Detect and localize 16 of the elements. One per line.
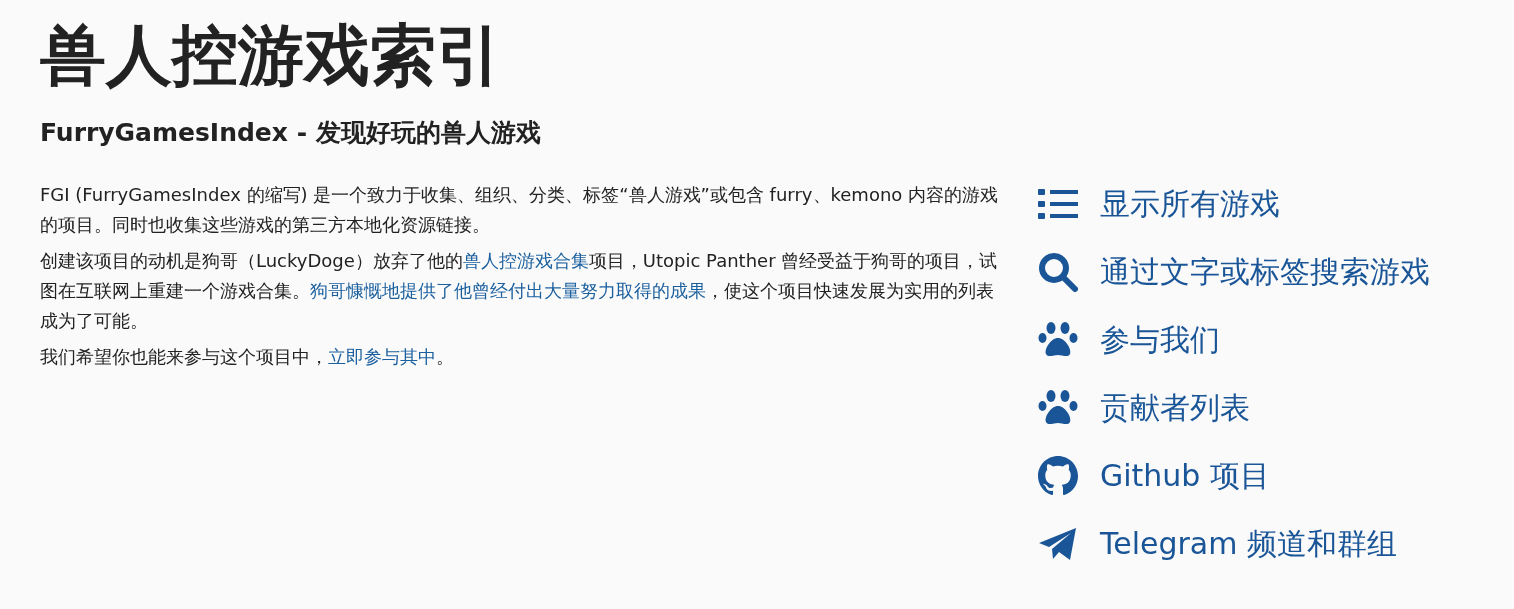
inline-link[interactable]: 兽人控游戏合集 bbox=[462, 250, 589, 271]
nav-link[interactable]: 参与我们 bbox=[1100, 320, 1220, 360]
nav-link[interactable]: Github 项目 bbox=[1100, 456, 1270, 496]
nav-link[interactable]: Telegram 频道和群组 bbox=[1100, 524, 1397, 564]
github-icon bbox=[1038, 456, 1078, 496]
page-title: 兽人控游戏索引 bbox=[40, 16, 503, 96]
search-icon bbox=[1038, 252, 1078, 292]
nav-link[interactable]: 显示所有游戏 bbox=[1100, 184, 1280, 224]
paragraph: FGI (FurryGamesIndex 的缩写) 是一个致力于收集、组织、分类、标签“兽人游戏”或包含 furry、kemono 内容的游戏的项目。同时也收集这些游戏的第三方本地化资源链接。 bbox=[40, 183, 1000, 237]
inline-link[interactable]: 立即参与其中 bbox=[328, 346, 436, 367]
inline-link[interactable]: 狗哥慷慨地提供了他曾经付出大量努力取得的成果 bbox=[310, 280, 706, 301]
nav-link[interactable]: 通过文字或标签搜索游戏 bbox=[1100, 252, 1430, 292]
page-subtitle: FurryGamesIndex - 发现好玩的兽人游戏 bbox=[40, 117, 542, 149]
nav-link[interactable]: 贡献者列表 bbox=[1100, 388, 1250, 428]
paragraph: 创建该项目的动机是狗哥（LuckyDoge）放弃了他的兽人控游戏合集项目，Utopic Panther 曾经受益于狗哥的项目，试图在互联网上重建一个游戏合集。狗哥慷慨地提供了他曾经付出大量努力取得的成果，使这个项目快速发展为实用的列表成为了可能。 bbox=[40, 249, 999, 333]
paragraph: 我们希望你也能来参与这个项目中，立即参与其中。 bbox=[40, 345, 455, 369]
